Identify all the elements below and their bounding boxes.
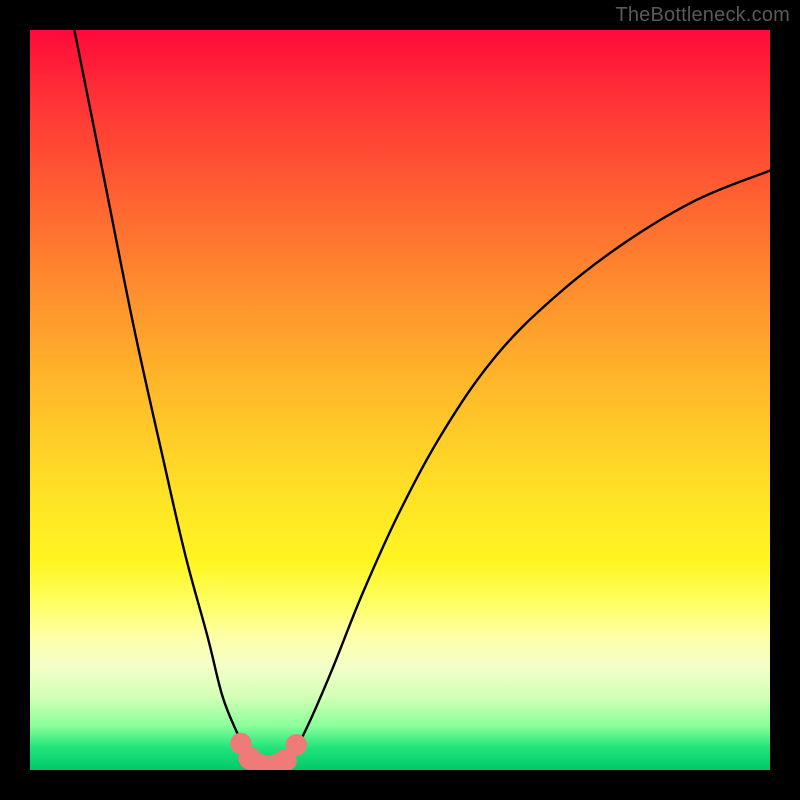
chart-frame: TheBottleneck.com — [0, 0, 800, 800]
watermark-text: TheBottleneck.com — [615, 4, 790, 27]
plot-area — [30, 30, 770, 770]
curve-group — [74, 30, 770, 768]
valley-marker — [286, 734, 307, 755]
chart-svg — [30, 30, 770, 770]
marker-group — [230, 733, 307, 770]
bottleneck-curve — [74, 30, 770, 768]
